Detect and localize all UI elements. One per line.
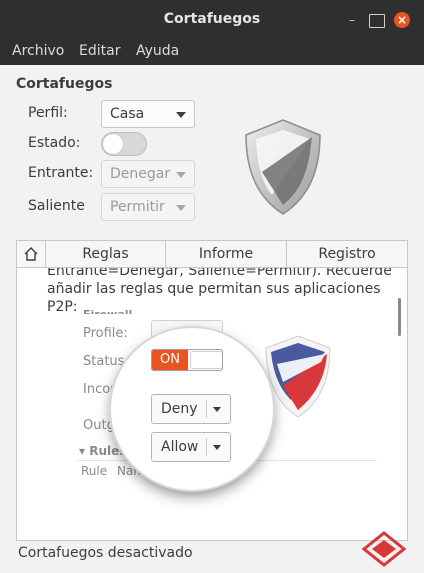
menu-archivo[interactable]: Archivo xyxy=(12,43,64,59)
toggle-on-label: ON xyxy=(152,350,188,370)
embedded-incoming-dropdown: Deny xyxy=(151,394,231,424)
status-bar-text: Cortafuegos desactivado xyxy=(18,545,193,561)
tab-reglas[interactable]: Reglas xyxy=(45,240,166,268)
tab-informe[interactable]: Informe xyxy=(165,240,287,268)
embedded-status-toggle: ON xyxy=(151,349,223,371)
home-icon xyxy=(24,247,38,261)
divider xyxy=(206,400,207,418)
embedded-profile-label: Profile: xyxy=(83,326,128,341)
toggle-knob xyxy=(103,134,123,154)
embedded-outgoing-dropdown: Allow xyxy=(151,432,231,462)
close-button[interactable]: × xyxy=(394,12,410,28)
embedded-rule-col: Rule xyxy=(81,464,108,478)
embedded-outgoing-value: Allow xyxy=(161,439,199,455)
profile-combo[interactable]: Casa xyxy=(101,100,195,128)
magnifier-lens: ON Deny Allow xyxy=(111,328,273,490)
toggle-knob xyxy=(190,351,222,369)
watermark-logo xyxy=(361,531,407,567)
menu-editar[interactable]: Editar xyxy=(79,43,120,59)
embedded-incoming-value: Deny xyxy=(161,401,198,417)
chevron-down-icon xyxy=(176,112,186,118)
chevron-down-icon xyxy=(176,205,186,211)
help-panel: Entrante=Denegar, Saliente=Permitir). Re… xyxy=(16,268,408,541)
profile-label: Perfil: xyxy=(28,105,68,121)
embedded-screenshot: Firewall Profile: Status: ▾ Rules Rule N… xyxy=(73,308,377,540)
window-title: Cortafuegos xyxy=(163,11,261,27)
scrollbar[interactable] xyxy=(398,298,401,336)
help-text-line: Entrante=Denegar, Saliente=Permitir). Re… xyxy=(47,268,392,279)
status-toggle[interactable] xyxy=(101,132,147,156)
menu-ayuda[interactable]: Ayuda xyxy=(136,43,179,59)
shield-icon xyxy=(245,119,321,215)
section-title: Cortafuegos xyxy=(16,76,113,92)
chevron-down-icon xyxy=(213,445,221,450)
status-label: Estado: xyxy=(28,135,81,151)
incoming-combo[interactable]: Denegar xyxy=(101,160,195,188)
shield-icon xyxy=(265,335,331,418)
chevron-down-icon xyxy=(213,407,221,412)
maximize-button[interactable] xyxy=(369,14,385,28)
incoming-label: Entrante: xyxy=(28,165,94,181)
profile-value: Casa xyxy=(110,106,145,122)
tab-bar: Reglas Informe Registro xyxy=(16,240,408,268)
outgoing-combo[interactable]: Permitir xyxy=(101,193,195,221)
divider xyxy=(206,438,207,456)
embedded-heading: Firewall xyxy=(83,308,132,314)
help-text-line: P2P: xyxy=(47,299,78,315)
outgoing-value: Permitir xyxy=(110,199,165,215)
minimize-button[interactable]: – xyxy=(344,12,360,28)
menu-bar: Archivo Editar Ayuda xyxy=(0,40,424,65)
tab-home[interactable] xyxy=(16,240,46,268)
outgoing-label: Saliente xyxy=(28,198,85,214)
incoming-value: Denegar xyxy=(110,166,171,182)
help-text-line: añadir las reglas que permitan sus aplic… xyxy=(47,281,381,297)
title-bar: Cortafuegos – × xyxy=(0,0,424,40)
main-content: Cortafuegos Perfil: Casa Estado: Entrant… xyxy=(0,65,424,573)
tab-registro[interactable]: Registro xyxy=(286,240,408,268)
chevron-down-icon xyxy=(176,172,186,178)
